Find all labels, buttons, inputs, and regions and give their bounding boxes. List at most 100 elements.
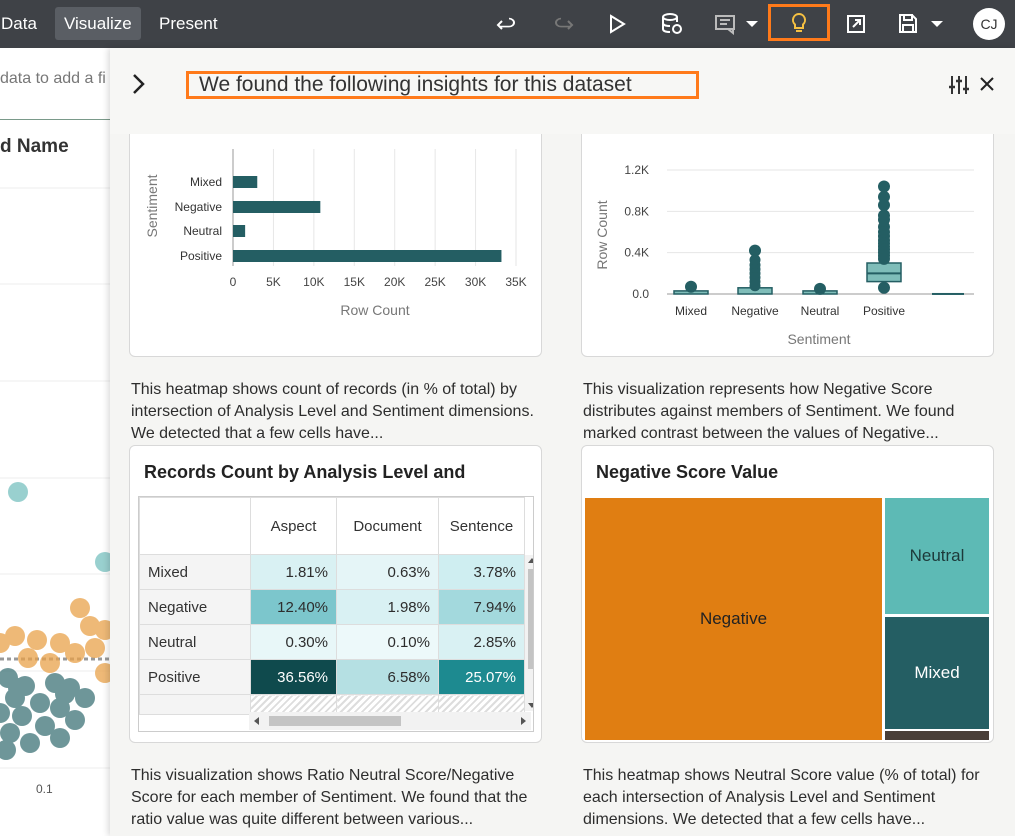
tab-data[interactable]: Data [0, 7, 46, 40]
row-label: Negative [139, 589, 251, 625]
heatmap-cell[interactable]: 0.10% [336, 624, 439, 660]
insight-description-1: This heatmap shows count of records (in … [131, 381, 534, 442]
row-label: Positive [139, 659, 251, 695]
chevron-right-icon[interactable] [128, 72, 148, 101]
box [866, 262, 902, 283]
heatmap-cell[interactable]: 36.56% [250, 659, 337, 695]
insight-description-2: This visualization represents how Negati… [583, 381, 955, 442]
insights-lightbulb-icon[interactable] [768, 4, 830, 41]
bar [233, 201, 321, 213]
x-tick-label: 20K [384, 275, 405, 289]
x-axis-tick: 0.1 [36, 782, 53, 796]
treemap-label: Neutral [909, 546, 965, 565]
insight-card-box-plot[interactable]: 1.2K 0.8K 0.4K 0.0 Mixed Negative Neutral Posit… [581, 118, 994, 357]
insight-card-heatmap[interactable]: Records Count by Analysis Level and Aspe… [129, 445, 542, 743]
y-category-label: Mixed [190, 175, 222, 189]
bar [233, 176, 258, 188]
x-tick-label: 30K [465, 275, 486, 289]
sentiment-row-count-bar-chart: 0 5K 10K 15K 20K 25K 30K 35K Mixed Negative Neutra… [144, 149, 527, 318]
divider [0, 119, 112, 120]
column-header[interactable]: Document [336, 497, 439, 555]
heatmap-cell[interactable]: 2.85% [438, 624, 525, 660]
heatmap-cell[interactable]: 6.58% [336, 659, 439, 695]
heatmap-cell[interactable]: 0.30% [250, 624, 337, 660]
treemap-tile-mixed[interactable]: Mixed [885, 617, 989, 729]
x-tick-label: 25K [424, 275, 445, 289]
table-row: Negative 12.40% 1.98% 7.94% [139, 589, 525, 625]
card-title: Records Count by Analysis Level and [144, 462, 466, 482]
insights-panel: 0 5K 10K 15K 20K 25K 30K 35K Mixed Negative Neutra… [110, 48, 1015, 836]
table-row: Mixed 1.81% 0.63% 3.78% [139, 554, 525, 590]
negative-score-box-plot: 1.2K 0.8K 0.4K 0.0 Mixed Negative Neutral Posit… [594, 163, 974, 347]
close-icon[interactable] [978, 75, 996, 98]
x-tick-label: 15K [344, 275, 365, 289]
heatmap-cell[interactable]: 1.81% [250, 554, 337, 590]
bar [233, 225, 246, 237]
insight-description-4: This heatmap shows Neutral Score value (… [583, 767, 980, 828]
y-axis-label: Sentiment [144, 174, 160, 237]
background-scatter-plot [0, 187, 112, 769]
outlier-point [814, 282, 826, 295]
settings-sliders-icon[interactable] [948, 74, 970, 101]
table-row: Neutral 0.30% 0.10% 2.85% [139, 624, 525, 660]
tab-visualize[interactable]: Visualize [55, 7, 141, 40]
heatmap-cell[interactable]: 0.63% [336, 554, 439, 590]
data-refresh-icon[interactable] [657, 6, 687, 42]
y-category-label: Neutral [183, 224, 222, 238]
insight-description-3: This visualization shows Ratio Neutral S… [131, 767, 528, 828]
x-axis-label: Row Count [340, 302, 409, 318]
treemap-tile-small[interactable] [885, 731, 989, 740]
treemap-tile-neutral[interactable]: Neutral [885, 498, 989, 614]
x-category-label: Neutral [801, 304, 840, 318]
x-tick-label: 10K [303, 275, 324, 289]
x-tick-label: 5K [266, 275, 281, 289]
filter-hint[interactable]: data to add a fi [0, 70, 106, 88]
x-tick-label: 0 [230, 275, 237, 289]
y-tick-label: 0.4K [624, 246, 649, 260]
row-label: Mixed [139, 554, 251, 590]
vertical-scrollbar[interactable] [525, 555, 533, 711]
x-category-label: Negative [731, 304, 779, 318]
table-header-row: Aspect Document Sentence [139, 497, 525, 555]
y-tick-label: 0.0 [632, 287, 649, 301]
x-tick-label: 35K [505, 275, 526, 289]
treemap-label: Negative [699, 609, 768, 628]
y-axis-label: Row Count [594, 200, 610, 269]
export-icon[interactable] [841, 6, 871, 42]
heatmap-cell[interactable]: 1.98% [336, 589, 439, 625]
heatmap-cell[interactable]: 3.78% [438, 554, 525, 590]
y-category-label: Positive [180, 249, 222, 263]
heatmap-cell[interactable]: 25.07% [438, 659, 525, 695]
user-avatar[interactable]: CJ [973, 8, 1005, 40]
heatmap-table: Aspect Document Sentence Mixed 1.81% 0.6… [138, 496, 534, 732]
background-canvas: data to add a fi d Name 0.1 [0, 48, 112, 836]
y-category-label: Negative [175, 200, 223, 214]
save-menu-button[interactable] [895, 6, 947, 42]
x-axis-label: Sentiment [787, 331, 850, 347]
panel-title: We found the following insights for this… [186, 71, 699, 99]
comment-menu-button[interactable] [712, 6, 762, 42]
redo-icon[interactable] [548, 6, 578, 42]
heatmap-cell[interactable]: 7.94% [438, 589, 525, 625]
undo-icon[interactable] [492, 6, 522, 42]
outlier-point [878, 252, 890, 265]
outlier-point [749, 280, 761, 292]
outlier-point [878, 281, 890, 294]
column-header[interactable]: Aspect [250, 497, 337, 555]
insight-card-treemap[interactable]: Negative Score Value Negative Neutral Mi… [581, 445, 994, 743]
top-toolbar: Data Visualize Present CJ [0, 0, 1015, 48]
play-icon[interactable] [602, 6, 632, 42]
outlier-point [878, 180, 890, 193]
treemap-tile-negative[interactable]: Negative [585, 498, 882, 740]
insight-card-bar-chart[interactable]: 0 5K 10K 15K 20K 25K 30K 35K Mixed Negative Neutra… [129, 118, 542, 357]
x-category-label: Positive [863, 304, 905, 318]
column-header[interactable]: Sentence [438, 497, 525, 555]
table-row: Positive 36.56% 6.58% 25.07% [139, 659, 525, 695]
bar [233, 250, 502, 262]
tab-present[interactable]: Present [150, 7, 227, 40]
outlier-point [685, 280, 697, 293]
heatmap-cell[interactable]: 12.40% [250, 589, 337, 625]
outlier-point [878, 199, 890, 212]
horizontal-scrollbar[interactable] [249, 712, 531, 730]
corner-cell [139, 497, 251, 555]
